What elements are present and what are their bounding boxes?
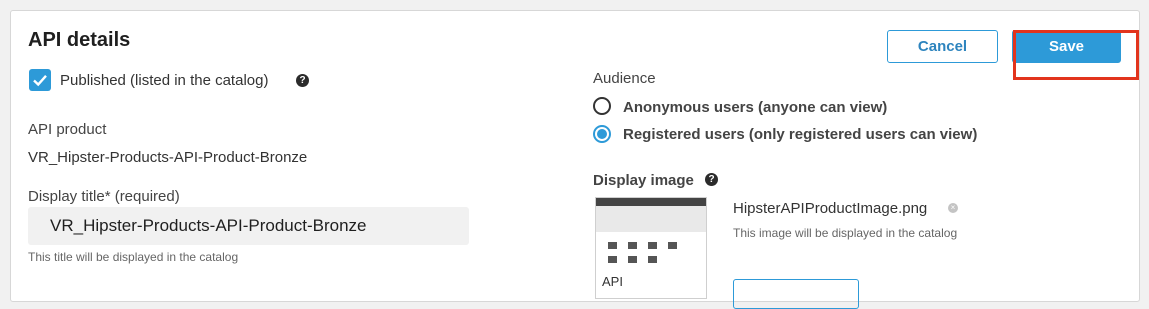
- display-image-help-icon[interactable]: ?: [705, 173, 718, 186]
- radio-registered[interactable]: [593, 125, 611, 143]
- thumbnail-tile: [628, 256, 637, 263]
- api-details-panel: API details Published (listed in the cat…: [10, 10, 1140, 309]
- radio-registered-label: Registered users (only registered users …: [623, 126, 978, 143]
- radio-selected-dot: [597, 129, 607, 139]
- thumbnail-tile: [608, 256, 617, 263]
- remove-image-icon[interactable]: ×: [948, 203, 958, 213]
- thumbnail-tile: [628, 242, 637, 249]
- checkmark-icon: [33, 74, 47, 87]
- cancel-button[interactable]: Cancel: [887, 30, 998, 63]
- panel-title: API details: [28, 29, 131, 51]
- display-image-hint: This image will be displayed in the cata…: [733, 226, 958, 240]
- radio-anonymous-label: Anonymous users (anyone can view): [623, 99, 888, 116]
- thumbnail-banner: [596, 206, 706, 232]
- thumbnail-header-bar: [596, 198, 706, 206]
- audience-label: Audience: [593, 70, 656, 87]
- help-icon[interactable]: ?: [296, 74, 309, 87]
- thumbnail-tile: [668, 242, 677, 249]
- display-title-input[interactable]: VR_Hipster-Products-API-Product-Bronze: [28, 207, 469, 245]
- radio-anonymous[interactable]: [593, 97, 611, 115]
- image-file-name: HipsterAPIProductImage.png: [733, 200, 928, 217]
- display-title-label: Display title* (required): [28, 188, 180, 205]
- display-image-thumbnail[interactable]: API: [595, 197, 707, 299]
- published-checkbox[interactable]: [29, 69, 51, 91]
- api-product-label: API product: [28, 121, 107, 138]
- api-product-value: VR_Hipster-Products-API-Product-Bronze: [28, 149, 308, 166]
- published-label: Published (listed in the catalog): [60, 72, 269, 89]
- thumbnail-tile: [648, 242, 657, 249]
- display-image-label: Display image: [593, 172, 694, 189]
- display-title-hint: This title will be displayed in the cata…: [28, 250, 239, 264]
- save-button-highlight: [1013, 30, 1139, 80]
- thumbnail-tile: [648, 256, 657, 263]
- thumbnail-caption: API: [602, 274, 623, 289]
- change-image-button[interactable]: [733, 279, 859, 309]
- thumbnail-tile: [608, 242, 617, 249]
